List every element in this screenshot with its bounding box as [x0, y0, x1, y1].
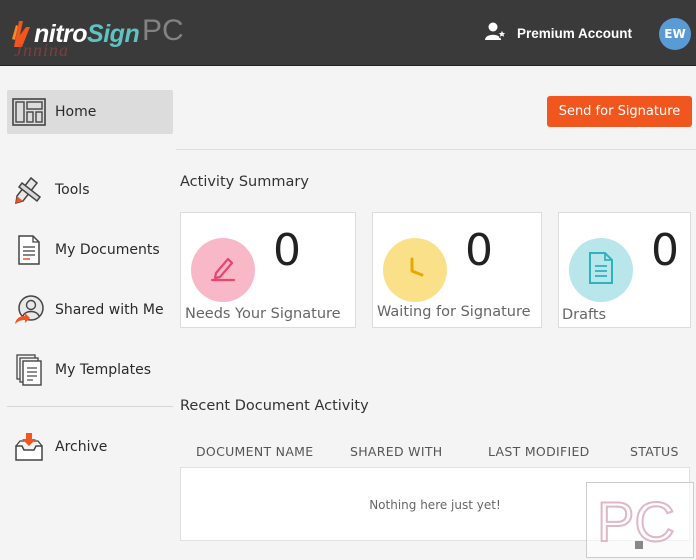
sidebar-item-label: Home	[55, 104, 97, 120]
column-header-status[interactable]: STATUS	[630, 444, 679, 459]
recent-activity-title: Recent Document Activity	[180, 398, 369, 414]
sidebar-item-tools[interactable]: Tools	[7, 168, 173, 212]
sidebar-item-label: Tools	[55, 182, 90, 198]
needs-signature-card[interactable]: 0 Needs Your Signature	[180, 212, 356, 328]
premium-account-button[interactable]: Premium Account	[485, 20, 632, 46]
drafts-label: Drafts	[562, 307, 607, 323]
sidebar-item-label: My Templates	[55, 362, 151, 378]
premium-account-label: Premium Account	[517, 25, 633, 41]
sidebar-item-my-templates[interactable]: My Templates	[7, 348, 173, 392]
drafts-count: 0	[651, 225, 679, 276]
needs-signature-label: Needs Your Signature	[185, 306, 341, 322]
sidebar-item-home[interactable]: Home	[7, 90, 173, 134]
column-header-shared-with[interactable]: SHARED WITH	[350, 444, 442, 459]
activity-summary-title: Activity Summary	[180, 174, 309, 190]
sidebar-item-archive[interactable]: Archive	[7, 425, 173, 469]
user-star-icon	[485, 21, 507, 45]
sidebar-divider	[7, 406, 173, 407]
templates-icon	[12, 353, 46, 387]
needs-signature-count: 0	[273, 225, 301, 276]
sidebar-item-label: Shared with Me	[55, 302, 164, 318]
sidebar: Home Tools My Documents Shared with Me M…	[0, 66, 176, 560]
waiting-signature-label: Waiting for Signature	[377, 304, 531, 320]
home-layout-icon	[12, 95, 46, 129]
logo-watermark: PC	[142, 14, 184, 47]
send-for-signature-button[interactable]: Send for Signature	[547, 96, 692, 127]
draft-document-icon	[587, 251, 615, 289]
clock-icon-circle	[383, 238, 447, 302]
drafts-card[interactable]: 0 Drafts	[558, 212, 691, 328]
column-header-document-name[interactable]: DOCUMENT NAME	[196, 444, 313, 459]
pen-icon-circle	[191, 238, 255, 302]
logo-watermark-script: Jnnina	[14, 40, 69, 60]
pen-icon	[208, 253, 238, 287]
waiting-signature-count: 0	[465, 225, 493, 276]
main-divider	[176, 149, 696, 150]
sidebar-item-label: Archive	[55, 439, 108, 455]
document-icon	[12, 233, 46, 267]
logo-sign-text: Sign	[87, 19, 140, 48]
clock-icon	[400, 253, 430, 287]
watermark-logo: PC	[586, 482, 694, 558]
user-avatar[interactable]: EW	[659, 18, 691, 50]
sidebar-item-label: My Documents	[55, 242, 160, 258]
waiting-signature-card[interactable]: 0 Waiting for Signature	[372, 212, 542, 328]
archive-box-icon	[12, 430, 46, 464]
shared-user-icon	[12, 293, 46, 327]
pencil-tools-icon	[12, 173, 46, 207]
table-header-row: DOCUMENT NAME SHARED WITH LAST MODIFIED …	[180, 440, 690, 464]
draft-icon-circle	[569, 238, 633, 302]
column-header-last-modified[interactable]: LAST MODIFIED	[488, 444, 590, 459]
sidebar-item-shared-with-me[interactable]: Shared with Me	[7, 288, 173, 332]
top-bar: nitroSign PC Jnnina Premium Account EW	[0, 0, 696, 66]
sidebar-item-my-documents[interactable]: My Documents	[7, 228, 173, 272]
